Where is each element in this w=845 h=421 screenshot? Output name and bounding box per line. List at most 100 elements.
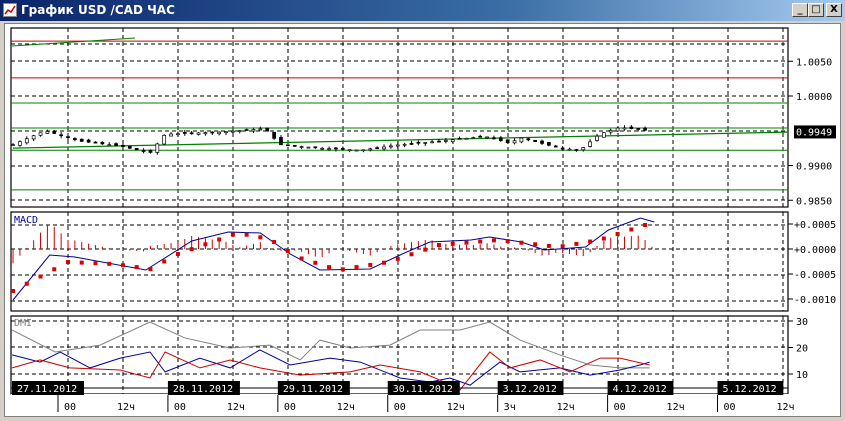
hour-tick-label: 00 xyxy=(284,402,296,413)
hour-tick-label: 12ч xyxy=(337,402,355,413)
candle-body xyxy=(292,145,297,147)
candle-body xyxy=(251,129,256,132)
macd-axis-label: -0.0005 xyxy=(794,270,836,281)
candle-body xyxy=(272,131,276,139)
candle-body xyxy=(547,141,551,146)
dmi-axis-label: 30 xyxy=(796,317,808,328)
price-axis-label: 0.9900 xyxy=(796,162,832,173)
candle-body xyxy=(636,128,641,130)
candle-body xyxy=(409,143,414,145)
candle-body xyxy=(100,141,105,145)
hour-tick-label: 00 xyxy=(724,402,736,413)
macd-signal-dot xyxy=(436,243,441,247)
candle-body xyxy=(73,138,77,141)
macd-main-line xyxy=(12,217,655,301)
hour-tick-label: 12ч xyxy=(667,402,685,413)
candle-body xyxy=(478,135,483,138)
candle-body xyxy=(265,127,270,132)
macd-signal-dot xyxy=(464,240,469,245)
candle-body xyxy=(450,139,455,143)
panel-frame-0 xyxy=(10,27,789,208)
candle-body xyxy=(45,131,50,134)
date-label: 30.11.2012 xyxy=(393,384,453,395)
candle-body xyxy=(553,145,558,148)
candle-body xyxy=(107,144,112,147)
candle-body xyxy=(581,147,586,151)
candle-body xyxy=(155,143,160,153)
candle-body xyxy=(437,140,441,143)
macd-signal-dot xyxy=(560,244,565,249)
macd-signal-dot xyxy=(615,232,620,236)
date-label: 27.11.2012 xyxy=(17,384,77,395)
macd-signal-dot xyxy=(395,256,400,261)
macd-axis-label: -0.0010 xyxy=(794,295,836,306)
candle-body xyxy=(588,141,592,147)
trend-line xyxy=(13,131,788,149)
dmi-axis-label: 20 xyxy=(796,344,808,355)
hour-tick-label: 12ч xyxy=(117,402,135,413)
macd-signal-dot xyxy=(24,281,29,286)
candle-body xyxy=(533,139,538,143)
candle-body xyxy=(279,137,283,146)
macd-signal-dot xyxy=(299,256,304,261)
macd-signal-dot xyxy=(478,239,483,244)
candle-body xyxy=(560,147,565,150)
candle-body xyxy=(540,140,544,144)
macd-signal-dot xyxy=(203,242,208,247)
macd-signal-dot xyxy=(162,259,167,264)
macd-signal-dot xyxy=(423,247,428,252)
candle-body xyxy=(189,132,194,135)
macd-signal-dot xyxy=(643,223,648,227)
macd-signal-dot xyxy=(93,261,98,266)
date-label: 5.12.2012 xyxy=(723,384,777,395)
candle-body xyxy=(526,138,531,141)
candle-body xyxy=(354,149,359,152)
macd-signal-dot xyxy=(148,267,153,271)
candle-body xyxy=(18,141,22,146)
candle-body xyxy=(464,137,469,140)
hour-tick-label: 3ч xyxy=(504,402,516,413)
macd-label: MACD xyxy=(14,215,38,226)
macd-signal-dot xyxy=(11,289,16,293)
candle-body xyxy=(11,144,15,146)
dmi-label: DMI xyxy=(14,318,32,329)
macd-signal-dot xyxy=(313,260,318,265)
candle-body xyxy=(471,137,476,139)
candle-body xyxy=(141,149,146,152)
price-axis-label: 1.0000 xyxy=(796,92,832,103)
candle-body xyxy=(148,149,153,153)
candle-body xyxy=(258,128,263,131)
macd-signal-dot xyxy=(327,265,332,270)
hour-tick-label: 00 xyxy=(64,402,76,413)
macd-signal-dot xyxy=(533,242,538,247)
macd-signal-dot xyxy=(52,267,57,272)
candle-body xyxy=(643,127,647,131)
candle-body xyxy=(430,141,434,144)
macd-signal-dot xyxy=(189,247,194,252)
candle-body xyxy=(285,144,290,147)
candle-body xyxy=(182,132,187,134)
date-label: 28.11.2012 xyxy=(173,384,233,395)
candle-body xyxy=(347,149,352,152)
candle-body xyxy=(121,144,125,148)
macd-signal-dot xyxy=(230,232,235,237)
candle-body xyxy=(306,146,311,149)
date-label: 3.12.2012 xyxy=(503,384,557,395)
candle-body xyxy=(162,135,167,145)
candle-body xyxy=(24,138,29,144)
candle-body xyxy=(574,149,579,151)
macd-signal-dot xyxy=(120,263,125,268)
macd-signal-dot xyxy=(340,267,345,272)
macd-signal-dot xyxy=(354,265,359,270)
top-trend-line xyxy=(11,37,136,47)
candle-body xyxy=(622,127,627,130)
macd-signal-dot xyxy=(38,274,43,279)
macd-signal-dot xyxy=(175,252,180,256)
candle-body xyxy=(361,149,366,152)
candle-body xyxy=(79,138,84,142)
macd-signal-dot xyxy=(505,239,510,244)
candle-body xyxy=(334,147,338,150)
candle-body xyxy=(38,132,43,136)
macd-signal-dot xyxy=(601,236,606,241)
candle-body xyxy=(505,139,510,143)
